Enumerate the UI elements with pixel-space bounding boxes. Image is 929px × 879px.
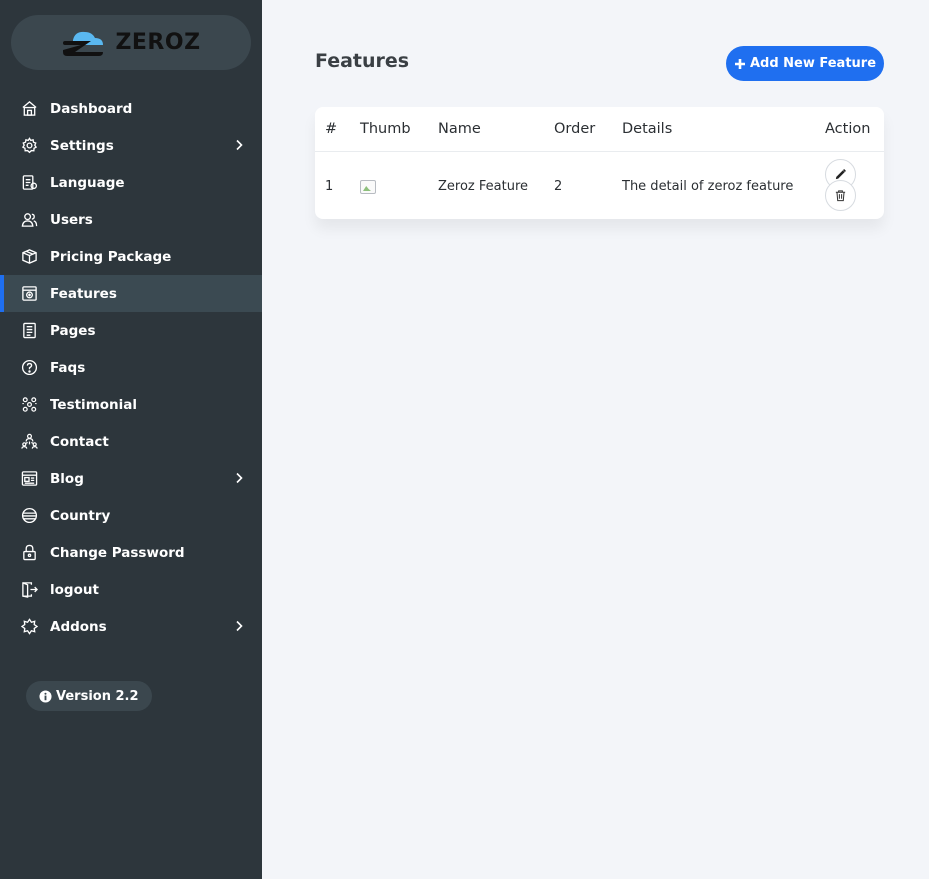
testimonial-icon — [20, 396, 38, 414]
add-new-feature-button[interactable]: Add New Feature — [726, 46, 884, 81]
column-header-index: # — [325, 121, 338, 137]
question-icon — [20, 359, 38, 377]
sidebar-item-pages[interactable]: Pages — [0, 312, 262, 349]
sidebar-item-testimonial[interactable]: Testimonial — [0, 386, 262, 423]
users-icon — [20, 211, 38, 229]
sidebar-item-label: Addons — [50, 618, 107, 635]
contact-icon — [20, 433, 38, 451]
column-header-order: Order — [554, 121, 596, 137]
features-icon — [20, 285, 38, 303]
add-button-label: Add New Feature — [749, 56, 877, 71]
logout-icon — [20, 581, 38, 599]
sidebar-item-label: Change Password — [50, 544, 185, 561]
sidebar-item-faqs[interactable]: Faqs — [0, 349, 262, 386]
info-icon — [39, 689, 52, 703]
chevron-right-icon — [236, 620, 243, 632]
features-table: # Thumb Name Order Details Action 1 Zero… — [315, 107, 884, 219]
sidebar-item-label: Testimonial — [50, 396, 138, 413]
table-header-divider — [315, 151, 884, 152]
sidebar-item-label: Pricing Package — [50, 248, 172, 265]
sidebar-item-label: Settings — [50, 137, 114, 154]
sidebar-item-label: Language — [50, 174, 125, 191]
cloud-logo-icon — [61, 28, 107, 58]
addons-icon — [20, 618, 38, 636]
version-text: Version 2.2 — [56, 688, 139, 704]
brand-logo[interactable]: ZEROZ — [11, 15, 251, 70]
sidebar-item-label: Pages — [50, 322, 96, 339]
plus-icon — [734, 58, 745, 69]
dashboard-icon — [20, 100, 38, 118]
sidebar-item-language[interactable]: Language — [0, 164, 262, 201]
cell-order: 2 — [554, 179, 563, 194]
sidebar-item-contact[interactable]: Contact — [0, 423, 262, 460]
sidebar-item-settings[interactable]: Settings — [0, 127, 262, 164]
sidebar-item-users[interactable]: Users — [0, 201, 262, 238]
gear-icon — [20, 137, 38, 155]
sidebar-item-label: Features — [50, 285, 117, 302]
sidebar: ZEROZ Dashboard Settings Language Users … — [0, 0, 262, 879]
sidebar-menu: Dashboard Settings Language Users Pricin… — [0, 90, 262, 645]
lock-icon — [20, 544, 38, 562]
cell-name: Zeroz Feature — [438, 179, 528, 194]
language-icon — [20, 174, 38, 192]
trash-icon — [835, 190, 846, 202]
page-title: Features — [315, 50, 410, 72]
sidebar-item-label: Users — [50, 211, 93, 228]
globe-icon — [20, 507, 38, 525]
blog-icon — [20, 470, 38, 488]
sidebar-item-logout[interactable]: logout — [0, 571, 262, 608]
broken-image-icon — [360, 180, 376, 194]
delete-button[interactable] — [825, 180, 856, 211]
sidebar-item-features[interactable]: Features — [0, 275, 262, 312]
sidebar-item-dashboard[interactable]: Dashboard — [0, 90, 262, 127]
column-header-details: Details — [622, 121, 673, 137]
sidebar-item-label: Blog — [50, 470, 84, 487]
version-badge: Version 2.2 — [26, 681, 152, 711]
column-header-name: Name — [438, 121, 481, 137]
sidebar-item-label: Contact — [50, 433, 109, 450]
sidebar-item-label: Faqs — [50, 359, 86, 376]
sidebar-item-label: Country — [50, 507, 111, 524]
sidebar-item-change-password[interactable]: Change Password — [0, 534, 262, 571]
sidebar-item-label: Dashboard — [50, 100, 133, 117]
package-icon — [20, 248, 38, 266]
pages-icon — [20, 322, 38, 340]
sidebar-item-country[interactable]: Country — [0, 497, 262, 534]
sidebar-item-pricing-package[interactable]: Pricing Package — [0, 238, 262, 275]
sidebar-item-addons[interactable]: Addons — [0, 608, 262, 645]
sidebar-item-blog[interactable]: Blog — [0, 460, 262, 497]
column-header-thumb: Thumb — [360, 121, 411, 137]
chevron-right-icon — [236, 139, 243, 151]
sidebar-item-label: logout — [50, 581, 99, 598]
brand-name: ZEROZ — [115, 30, 201, 55]
column-header-action: Action — [825, 121, 871, 137]
chevron-right-icon — [236, 472, 243, 484]
cell-index: 1 — [325, 179, 334, 194]
cell-details: The detail of zeroz feature — [622, 179, 794, 194]
